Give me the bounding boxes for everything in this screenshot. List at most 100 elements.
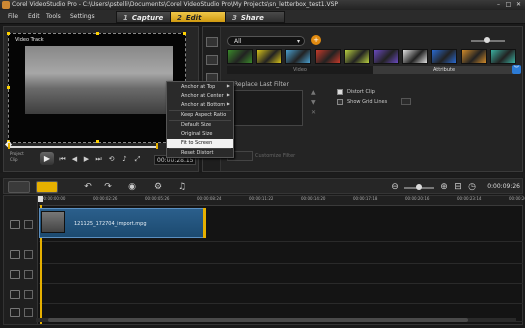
repeat-icon[interactable]: ⟲ [107, 155, 116, 164]
panel-divider[interactable] [0, 173, 525, 177]
next-frame-icon[interactable]: ▶ [82, 155, 91, 164]
library-thumbnail[interactable] [489, 49, 516, 64]
resize-handle[interactable] [96, 32, 99, 35]
library-thumbnail[interactable] [256, 49, 283, 64]
track-toggle-icon[interactable] [24, 250, 33, 259]
step-share[interactable]: 3 Share [225, 11, 285, 23]
context-menu-item[interactable]: Reset Distort [167, 149, 233, 158]
preview-frame[interactable]: Video Track [7, 32, 186, 143]
record-capture-icon[interactable]: ◉ [126, 181, 138, 193]
step-label: Capture [131, 14, 164, 22]
attribute-options: Replace Last Filter ▲ ▼ ✕ Customize Filt… [223, 77, 521, 169]
enlarge-icon[interactable]: ⤢ [133, 155, 142, 164]
context-menu-item[interactable]: Keep Aspect Ratio [167, 111, 233, 120]
move-down-icon[interactable]: ▼ [311, 99, 316, 106]
collapse-options-button[interactable]: ︾ [512, 65, 521, 74]
timeline-zoom-handle[interactable] [416, 184, 422, 190]
video-track-icon[interactable] [10, 220, 20, 229]
volume-icon[interactable]: ♪ [120, 155, 129, 164]
context-menu-item[interactable]: Anchor at Top [167, 83, 233, 92]
library-thumbnail[interactable] [431, 49, 458, 64]
clip-trim-handle[interactable] [203, 208, 206, 238]
maximize-button[interactable]: □ [504, 1, 513, 9]
instant-project-icon[interactable] [206, 55, 218, 65]
thumbnail-size-handle[interactable] [484, 37, 490, 43]
remove-filter-icon[interactable]: ✕ [311, 109, 316, 116]
storyboard-view-button[interactable] [8, 181, 30, 193]
library-thumbnail[interactable] [460, 49, 487, 64]
library-thumbnail[interactable] [402, 49, 429, 64]
zoom-out-icon[interactable]: ⊖ [389, 181, 401, 193]
step-capture[interactable]: 1 Capture [116, 11, 176, 23]
filter-list[interactable] [227, 90, 303, 126]
tab-video[interactable]: Video [227, 66, 373, 74]
clip-mode-label[interactable]: Clip [10, 157, 24, 163]
resize-handle[interactable] [183, 32, 186, 35]
music-track-icon[interactable] [10, 308, 20, 317]
voice-track-icon[interactable] [10, 290, 20, 299]
scrubber-bar[interactable] [8, 146, 158, 148]
library-thumbnail[interactable] [227, 49, 253, 64]
step-number: 2 [177, 14, 182, 22]
trim-end-marker[interactable] [156, 143, 158, 149]
redo-icon[interactable]: ↷ [102, 181, 114, 193]
undo-icon[interactable]: ↶ [82, 181, 94, 193]
context-menu-item[interactable]: Anchor at Bottom [167, 101, 233, 110]
end-icon[interactable]: ⏭ [94, 155, 103, 164]
context-menu-item[interactable]: Fit to Screen [167, 139, 233, 148]
time-ruler[interactable]: 00:00:00:00 00:00:02:26 00:00:05:26 00:00:0… [39, 196, 525, 206]
move-up-icon[interactable]: ▲ [311, 89, 316, 96]
clip-thumbnail [41, 211, 65, 233]
title-track[interactable] [39, 264, 523, 284]
ruler-tick-label: 00:00:14:20 [301, 196, 326, 201]
title-track-icon[interactable] [10, 270, 20, 279]
category-dropdown[interactable]: All ▾ [227, 36, 305, 46]
distort-clip-checkbox[interactable] [337, 89, 343, 95]
playhead-handle[interactable] [38, 196, 43, 202]
previous-frame-icon[interactable]: ◀ [70, 155, 79, 164]
voice-track[interactable] [39, 284, 523, 304]
replace-last-filter-label: Replace Last Filter [234, 81, 289, 88]
minimize-button[interactable]: – [494, 1, 503, 9]
show-grid-lines-checkbox[interactable] [337, 99, 343, 105]
tab-attribute[interactable]: Attribute [373, 66, 515, 74]
context-menu-item[interactable]: Original Size [167, 130, 233, 139]
import-media-button[interactable]: + [311, 35, 321, 45]
play-button[interactable]: ▶ [40, 152, 54, 165]
track-toggle-icon[interactable] [24, 308, 33, 317]
overlay-track-icon[interactable] [10, 250, 20, 259]
track-toggle-icon[interactable] [24, 270, 33, 279]
trim-start-marker[interactable] [8, 143, 10, 149]
library-thumbnail[interactable] [314, 49, 341, 64]
resize-handle[interactable] [96, 140, 99, 143]
menu-file[interactable]: File [8, 13, 18, 20]
media-icon[interactable] [206, 37, 218, 47]
library-thumbnail[interactable] [373, 49, 399, 64]
resize-handle[interactable] [7, 32, 10, 35]
step-edit[interactable]: 2 Edit [170, 11, 230, 23]
auto-music-icon[interactable]: ♫ [176, 181, 188, 193]
close-button[interactable]: ✕ [514, 1, 523, 9]
home-icon[interactable]: ⏮ [58, 155, 67, 164]
menu-tools[interactable]: Tools [46, 13, 61, 20]
customize-filter-button[interactable]: Customize Filter [255, 153, 295, 159]
context-menu-item[interactable]: Anchor at Center [167, 92, 233, 101]
resize-handle[interactable] [7, 86, 10, 89]
track-toggle-icon[interactable] [24, 290, 33, 299]
menu-settings[interactable]: Settings [70, 13, 95, 20]
grid-settings-icon[interactable] [401, 98, 411, 105]
track-toggle-icon[interactable] [24, 220, 33, 229]
video-preview-image[interactable] [25, 46, 173, 114]
menu-edit[interactable]: Edit [28, 13, 40, 20]
zoom-in-icon[interactable]: ⊕ [438, 181, 450, 193]
timeline-view-button[interactable] [36, 181, 58, 193]
context-menu-item[interactable]: Default Size [167, 121, 233, 130]
library-thumbnail[interactable] [285, 49, 312, 64]
library-thumbnail[interactable] [343, 49, 370, 64]
submenu-arrow-icon: ▶ [226, 83, 230, 88]
fit-project-icon[interactable]: ⊟ [452, 181, 464, 193]
sound-mixer-icon[interactable]: ⚙ [152, 181, 164, 193]
timeline-scrollbar-thumb[interactable] [48, 318, 468, 322]
overlay-track[interactable] [39, 242, 523, 264]
chevron-down-icon: ▾ [296, 38, 300, 45]
